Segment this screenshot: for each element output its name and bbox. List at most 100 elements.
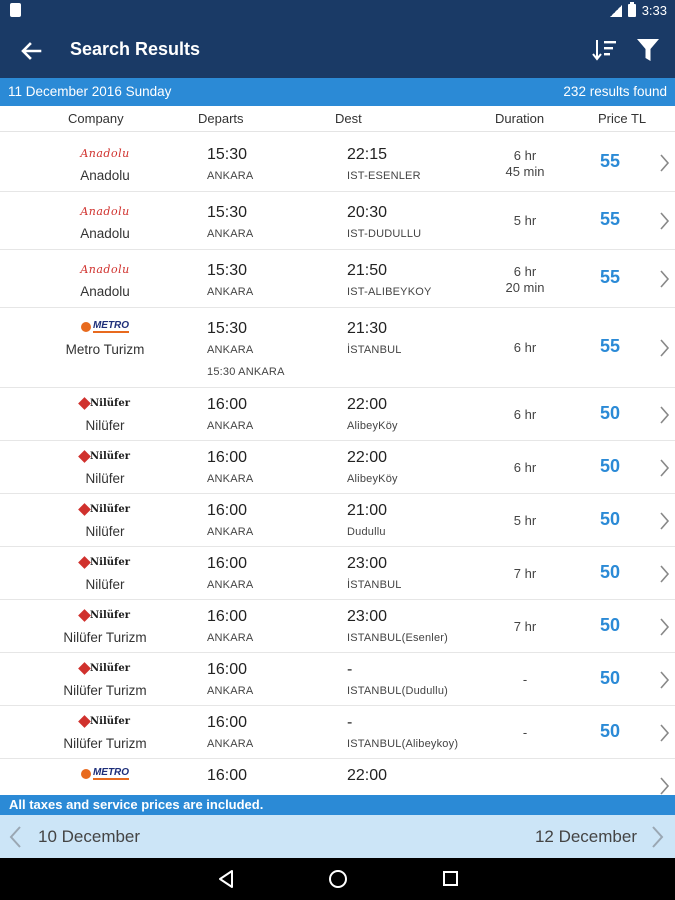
departure-time: 16:00 (207, 608, 248, 625)
arrival-time: 20:30 (347, 204, 388, 221)
metro-logo: METRO (50, 318, 160, 336)
arrival-time: 21:50 (347, 262, 388, 279)
tax-note-text: All taxes and service prices are include… (9, 797, 264, 812)
chevron-right-icon[interactable] (659, 723, 671, 743)
arrival-place: IST-ESENLER (347, 170, 421, 182)
logo-text: METRO (92, 767, 130, 780)
status-bar: 3:33 (0, 0, 675, 22)
filter-button[interactable] (634, 36, 662, 64)
nilufer-diamond-icon (78, 608, 91, 622)
sort-button[interactable] (590, 36, 618, 64)
nilufer-diamond-icon (78, 449, 91, 463)
departure-time: 16:00 (207, 714, 248, 731)
sort-icon (592, 40, 616, 61)
col-departs: Departs (198, 111, 244, 126)
page-title: Search Results (70, 39, 201, 59)
departure-time: 15:30 (207, 204, 248, 221)
nilufer-diamond-icon (78, 396, 91, 410)
duration-hours: 5 hr (513, 213, 537, 228)
nilufer-diamond-icon (78, 555, 91, 569)
chevron-right-icon[interactable] (659, 269, 671, 289)
duration-hours: 6 hr (513, 460, 537, 475)
col-dest: Dest (335, 111, 362, 126)
result-row[interactable]: Nilüfer Nilüfer 16:00 ANKARA 22:00 AlibeyKöy 6… (0, 441, 675, 494)
price-value: 50 (599, 509, 621, 529)
chevron-right-icon[interactable] (659, 338, 671, 358)
departure-time: 16:00 (207, 555, 248, 572)
chevron-right-icon[interactable] (659, 405, 671, 425)
chevron-right-icon[interactable] (659, 211, 671, 231)
chevron-right-icon[interactable] (659, 776, 671, 795)
departure-place: ANKARA (207, 228, 254, 240)
nilufer-logo: Nilüfer (50, 553, 160, 571)
price-value: 50 (599, 456, 621, 476)
result-row[interactable]: Anadolu Anadolu 15:30 ANKARA 20:30 IST-DUDULL… (0, 192, 675, 250)
logo-text: Anadolu (80, 204, 130, 218)
duration-minutes: 45 min (505, 164, 545, 179)
nav-home-icon[interactable] (329, 870, 347, 888)
chevron-left-icon (9, 826, 21, 848)
result-row[interactable]: Nilüfer Nilüfer Turizm 16:00 ANKARA - ISTANBU… (0, 706, 675, 759)
duration-minutes: 20 min (505, 280, 545, 295)
departure-time: 16:00 (207, 767, 248, 784)
arrival-place: İSTANBUL (347, 344, 402, 356)
app-bar: Search Results (0, 22, 675, 78)
arrival-time: 22:00 (347, 396, 388, 413)
nilufer-logo: Nilüfer (50, 606, 160, 624)
price-value: 50 (599, 668, 621, 688)
logo-text: Nilüfer (90, 662, 130, 674)
result-row[interactable]: Nilüfer Nilüfer 16:00 ANKARA 22:00 AlibeyKöy 6… (0, 388, 675, 441)
prev-day-label: 10 December (38, 827, 141, 846)
result-row[interactable]: METRO Metro Turizm 15:30 ANKARA 15:30 ANKARA… (0, 308, 675, 388)
logo-text: Nilüfer (90, 503, 130, 515)
chevron-right-icon (652, 826, 664, 848)
chevron-right-icon[interactable] (659, 617, 671, 637)
arrival-place: İSTANBUL (347, 579, 402, 591)
arrival-time: 22:00 (347, 449, 388, 466)
arrival-place: AlibeyKöy (347, 473, 398, 485)
chevron-right-icon[interactable] (659, 153, 671, 173)
nilufer-diamond-icon (78, 714, 91, 728)
result-row[interactable]: Nilüfer Nilüfer 16:00 ANKARA 21:00 Dudullu 5 h… (0, 494, 675, 547)
arrival-time: 21:30 (347, 320, 388, 337)
result-row[interactable]: METRO 16:00 22:00 (0, 759, 675, 795)
results-list[interactable]: Anadolu Anadolu 15:30 ANKARA 22:15 IST-ESENLE… (0, 132, 675, 795)
arrival-time: 23:00 (347, 555, 388, 572)
status-time: 3:33 (641, 3, 667, 18)
result-row[interactable]: Nilüfer Nilüfer Turizm 16:00 ANKARA - ISTANBU… (0, 653, 675, 706)
nav-back-icon[interactable] (216, 869, 236, 889)
departure-time: 16:00 (207, 502, 248, 519)
chevron-right-icon[interactable] (659, 511, 671, 531)
departure-place: ANKARA (207, 579, 254, 591)
column-header: Company Departs Dest Duration Price TL (0, 106, 675, 132)
arrival-time: 23:00 (347, 608, 388, 625)
screen: 3:33 Search Results 11 December 2016 Sun… (0, 0, 675, 900)
prev-day-button[interactable]: 10 December (0, 815, 200, 858)
next-day-button[interactable]: 12 December (475, 815, 675, 858)
duration-hours: 6 hr (513, 148, 537, 163)
back-button[interactable] (16, 36, 46, 66)
company-name: Nilüfer (85, 471, 125, 486)
nilufer-diamond-icon (78, 661, 91, 675)
result-row[interactable]: Nilüfer Nilüfer Turizm 16:00 ANKARA 23:00 IST… (0, 600, 675, 653)
sd-card-icon (10, 3, 21, 17)
result-row[interactable]: Anadolu Anadolu 15:30 ANKARA 22:15 IST-ESENLE… (0, 134, 675, 192)
nilufer-diamond-icon (78, 502, 91, 516)
chevron-right-icon[interactable] (659, 458, 671, 478)
logo-text: Nilüfer (90, 609, 130, 621)
result-row[interactable]: Nilüfer Nilüfer 16:00 ANKARA 23:00 İSTANBUL 7 … (0, 547, 675, 600)
arrival-place: IST-DUDULLU (347, 228, 422, 240)
price-value: 55 (599, 336, 621, 356)
arrival-time: - (347, 714, 353, 731)
duration-hours: 6 hr (513, 340, 537, 355)
nav-recents-icon[interactable] (443, 871, 458, 886)
departure-time: 16:00 (207, 661, 248, 678)
arrival-place: ISTANBUL(Alibeykoy) (347, 738, 459, 750)
chevron-right-icon[interactable] (659, 670, 671, 690)
anadolu-logo: Anadolu (50, 144, 160, 162)
result-row[interactable]: Anadolu Anadolu 15:30 ANKARA 21:50 IST-ALIBEY… (0, 250, 675, 308)
chevron-right-icon[interactable] (659, 564, 671, 584)
arrival-time: 22:15 (347, 146, 388, 163)
departure-time: 15:30 (207, 320, 248, 337)
battery-icon (627, 2, 636, 17)
